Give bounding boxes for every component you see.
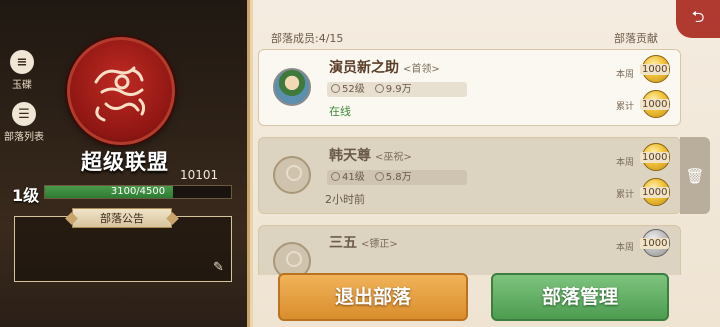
member-avatar[interactable] <box>273 68 311 106</box>
alliance-name: 超级联盟 <box>81 150 169 174</box>
manage-alliance-button[interactable]: 部落管理 <box>491 273 669 321</box>
member-card[interactable]: 三五 <镖正> 本周 1000 <box>258 225 681 280</box>
member-name-row: 演员新之助 <首领> <box>329 57 440 77</box>
weekly-contribution: 1000 <box>640 152 670 163</box>
member-level: 41级 <box>342 172 365 183</box>
quit-alliance-button[interactable]: 退出部落 <box>278 273 468 321</box>
alliance-list-label: 部落列表 <box>4 132 44 143</box>
alliance-points: 10101 <box>180 168 219 182</box>
exp-progress-text: 3100/4500 <box>110 186 166 197</box>
member-name-row: 三五 <镖正> <box>329 232 398 252</box>
member-power: 9.9万 <box>385 84 412 95</box>
alliance-list-button[interactable]: ☰ 部落列表 <box>4 102 44 143</box>
member-card[interactable]: 韩天尊 <巫祝> 41级 5.8万 2小时前 本周 1000 累计 1000 <box>258 137 681 214</box>
kick-member-button[interactable]: 🗑 <box>680 137 710 214</box>
power-icon <box>374 84 384 93</box>
member-level: 52级 <box>342 84 365 95</box>
exp-progress-bar: 3100/4500 <box>44 185 232 199</box>
weekly-label: 本周 <box>616 158 635 168</box>
power-icon <box>374 172 384 181</box>
member-stats: 52级 9.9万 <box>327 82 467 97</box>
member-last-seen: 2小时前 <box>325 193 365 206</box>
member-role: <镖正> <box>361 239 398 250</box>
alliance-level: 1级 <box>12 186 40 205</box>
member-stats: 41级 5.8万 <box>327 170 467 185</box>
weekly-contribution: 1000 <box>640 64 670 75</box>
total-label: 累计 <box>616 102 635 112</box>
member-card[interactable]: 演员新之助 <首领> 52级 9.9万 在线 本周 1000 累计 1000 <box>258 49 681 126</box>
contribution-header: 部落贡献 <box>614 32 658 45</box>
edit-pencil-icon[interactable]: ✎ <box>213 260 224 275</box>
member-avatar[interactable] <box>273 156 311 194</box>
member-status: 在线 <box>329 105 351 118</box>
alliance-screen: ≡ 玉碟 ☰ 部落列表 超级联盟 10101 1级 3100/4500 部落公告… <box>0 0 720 327</box>
level-icon <box>331 172 340 181</box>
member-name-row: 韩天尊 <巫祝> <box>329 145 412 165</box>
close-corner-button[interactable]: ⮌ <box>676 0 720 38</box>
member-count-label: 部落成员:4/15 <box>271 32 344 45</box>
member-name: 韩天尊 <box>329 148 371 164</box>
scroll-list-icon: ≡ <box>10 50 34 74</box>
total-contribution: 1000 <box>640 187 670 198</box>
member-role: <首领> <box>403 64 440 75</box>
member-name: 演员新之助 <box>329 60 399 76</box>
weekly-label: 本周 <box>616 243 635 253</box>
alliance-notice-title: 部落公告 <box>72 208 172 228</box>
member-power: 5.8万 <box>385 172 412 183</box>
menu-list-icon: ☰ <box>12 102 36 126</box>
back-arrow-icon: ⮌ <box>691 6 705 26</box>
trash-icon: 🗑 <box>685 166 705 185</box>
weekly-label: 本周 <box>616 70 635 80</box>
tiger-emblem-graphic <box>94 66 146 122</box>
member-name: 三五 <box>329 235 357 251</box>
jade-button[interactable]: ≡ 玉碟 <box>8 50 36 91</box>
weekly-contribution: 1000 <box>640 238 670 249</box>
jade-label: 玉碟 <box>12 80 32 91</box>
total-label: 累计 <box>616 190 635 200</box>
total-contribution: 1000 <box>640 99 670 110</box>
member-role: <巫祝> <box>375 152 412 163</box>
level-icon <box>331 84 340 93</box>
tiger-emblem <box>67 37 175 145</box>
